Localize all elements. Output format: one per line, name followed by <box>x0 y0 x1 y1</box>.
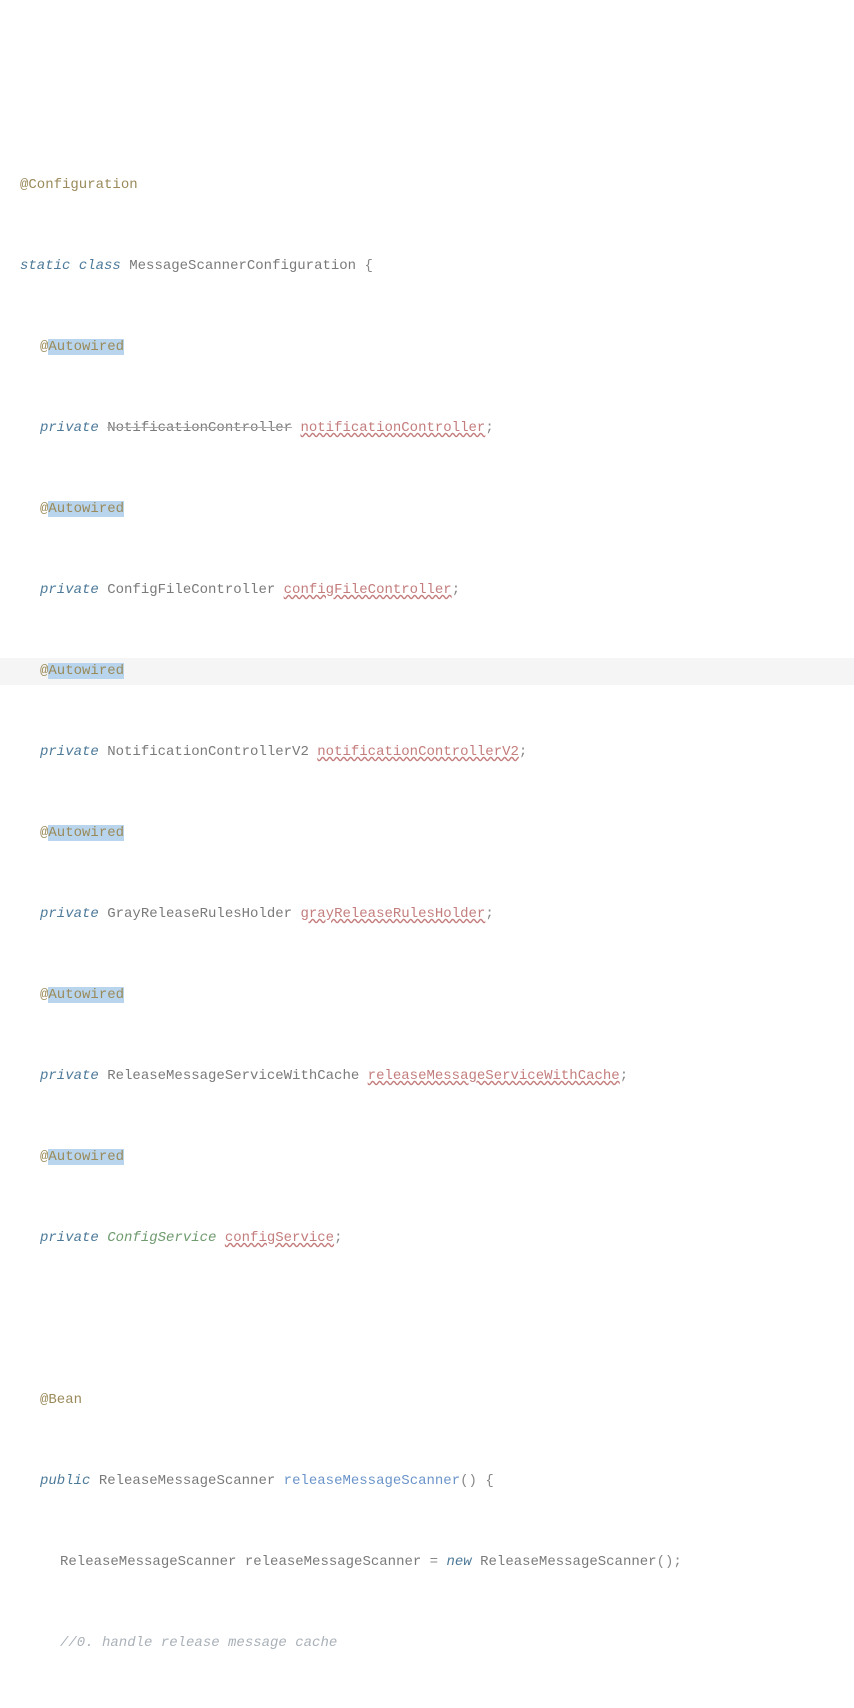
type: ConfigService <box>107 1230 216 1246</box>
keyword-class: class <box>79 258 121 274</box>
comment: //0. handle release message cache <box>60 1635 337 1651</box>
method-name: releaseMessageScanner <box>284 1473 460 1489</box>
annotation-bean: @Bean <box>40 1392 82 1408</box>
field: configFileController <box>284 582 452 598</box>
code-line[interactable]: private ConfigService configService; <box>0 1225 854 1252</box>
code-line[interactable]: @Autowired <box>0 334 854 361</box>
constructor: ReleaseMessageScanner <box>480 1554 656 1570</box>
class-name: MessageScannerConfiguration <box>129 258 356 274</box>
code-line[interactable]: static class MessageScannerConfiguration… <box>0 253 854 280</box>
type: NotificationControllerV2 <box>107 744 309 760</box>
field: releaseMessageServiceWithCache <box>368 1068 620 1084</box>
code-line[interactable]: @Autowired <box>0 982 854 1009</box>
keyword-private: private <box>40 420 99 436</box>
code-line[interactable]: @Autowired <box>0 820 854 847</box>
code-editor[interactable]: @Configuration static class MessageScann… <box>0 108 854 1708</box>
code-line[interactable]: private ReleaseMessageServiceWithCache r… <box>0 1063 854 1090</box>
return-type: ReleaseMessageScanner <box>99 1473 275 1489</box>
code-line[interactable]: private NotificationController notificat… <box>0 415 854 442</box>
code-line[interactable]: private NotificationControllerV2 notific… <box>0 739 854 766</box>
annotation-autowired: Autowired <box>48 987 124 1003</box>
type: GrayReleaseRulesHolder <box>107 906 292 922</box>
code-line[interactable]: @Autowired <box>0 1144 854 1171</box>
code-line[interactable]: public ReleaseMessageScanner releaseMess… <box>0 1468 854 1495</box>
keyword-public: public <box>40 1473 90 1489</box>
annotation: @Configuration <box>20 177 138 193</box>
type: ReleaseMessageScanner <box>60 1554 236 1570</box>
code-line[interactable]: @Autowired <box>0 496 854 523</box>
type: NotificationController <box>107 420 292 436</box>
keyword-new: new <box>447 1554 472 1570</box>
annotation-autowired: Autowired <box>48 501 124 517</box>
code-line[interactable]: private GrayReleaseRulesHolder grayRelea… <box>0 901 854 928</box>
keyword-static: static <box>20 258 70 274</box>
code-line[interactable]: private ConfigFileController configFileC… <box>0 577 854 604</box>
annotation-autowired: Autowired <box>48 1149 124 1165</box>
field: configService <box>225 1230 334 1246</box>
code-line[interactable]: @Configuration <box>0 172 854 199</box>
annotation-autowired: Autowired <box>48 825 124 841</box>
annotation-autowired: Autowired <box>48 339 124 355</box>
field: notificationController <box>300 420 485 436</box>
code-line[interactable]: //0. handle release message cache <box>0 1630 854 1657</box>
field: grayReleaseRulesHolder <box>300 906 485 922</box>
code-line-highlighted[interactable]: @Autowired <box>0 658 854 685</box>
type: ReleaseMessageServiceWithCache <box>107 1068 359 1084</box>
code-line[interactable]: ReleaseMessageScanner releaseMessageScan… <box>0 1549 854 1576</box>
brace: { <box>356 258 373 274</box>
annotation-autowired: Autowired <box>48 663 124 679</box>
local-var: releaseMessageScanner <box>245 1554 421 1570</box>
field: notificationControllerV2 <box>317 744 519 760</box>
code-line-blank[interactable] <box>0 1306 854 1333</box>
type: ConfigFileController <box>107 582 275 598</box>
code-line[interactable]: @Bean <box>0 1387 854 1414</box>
